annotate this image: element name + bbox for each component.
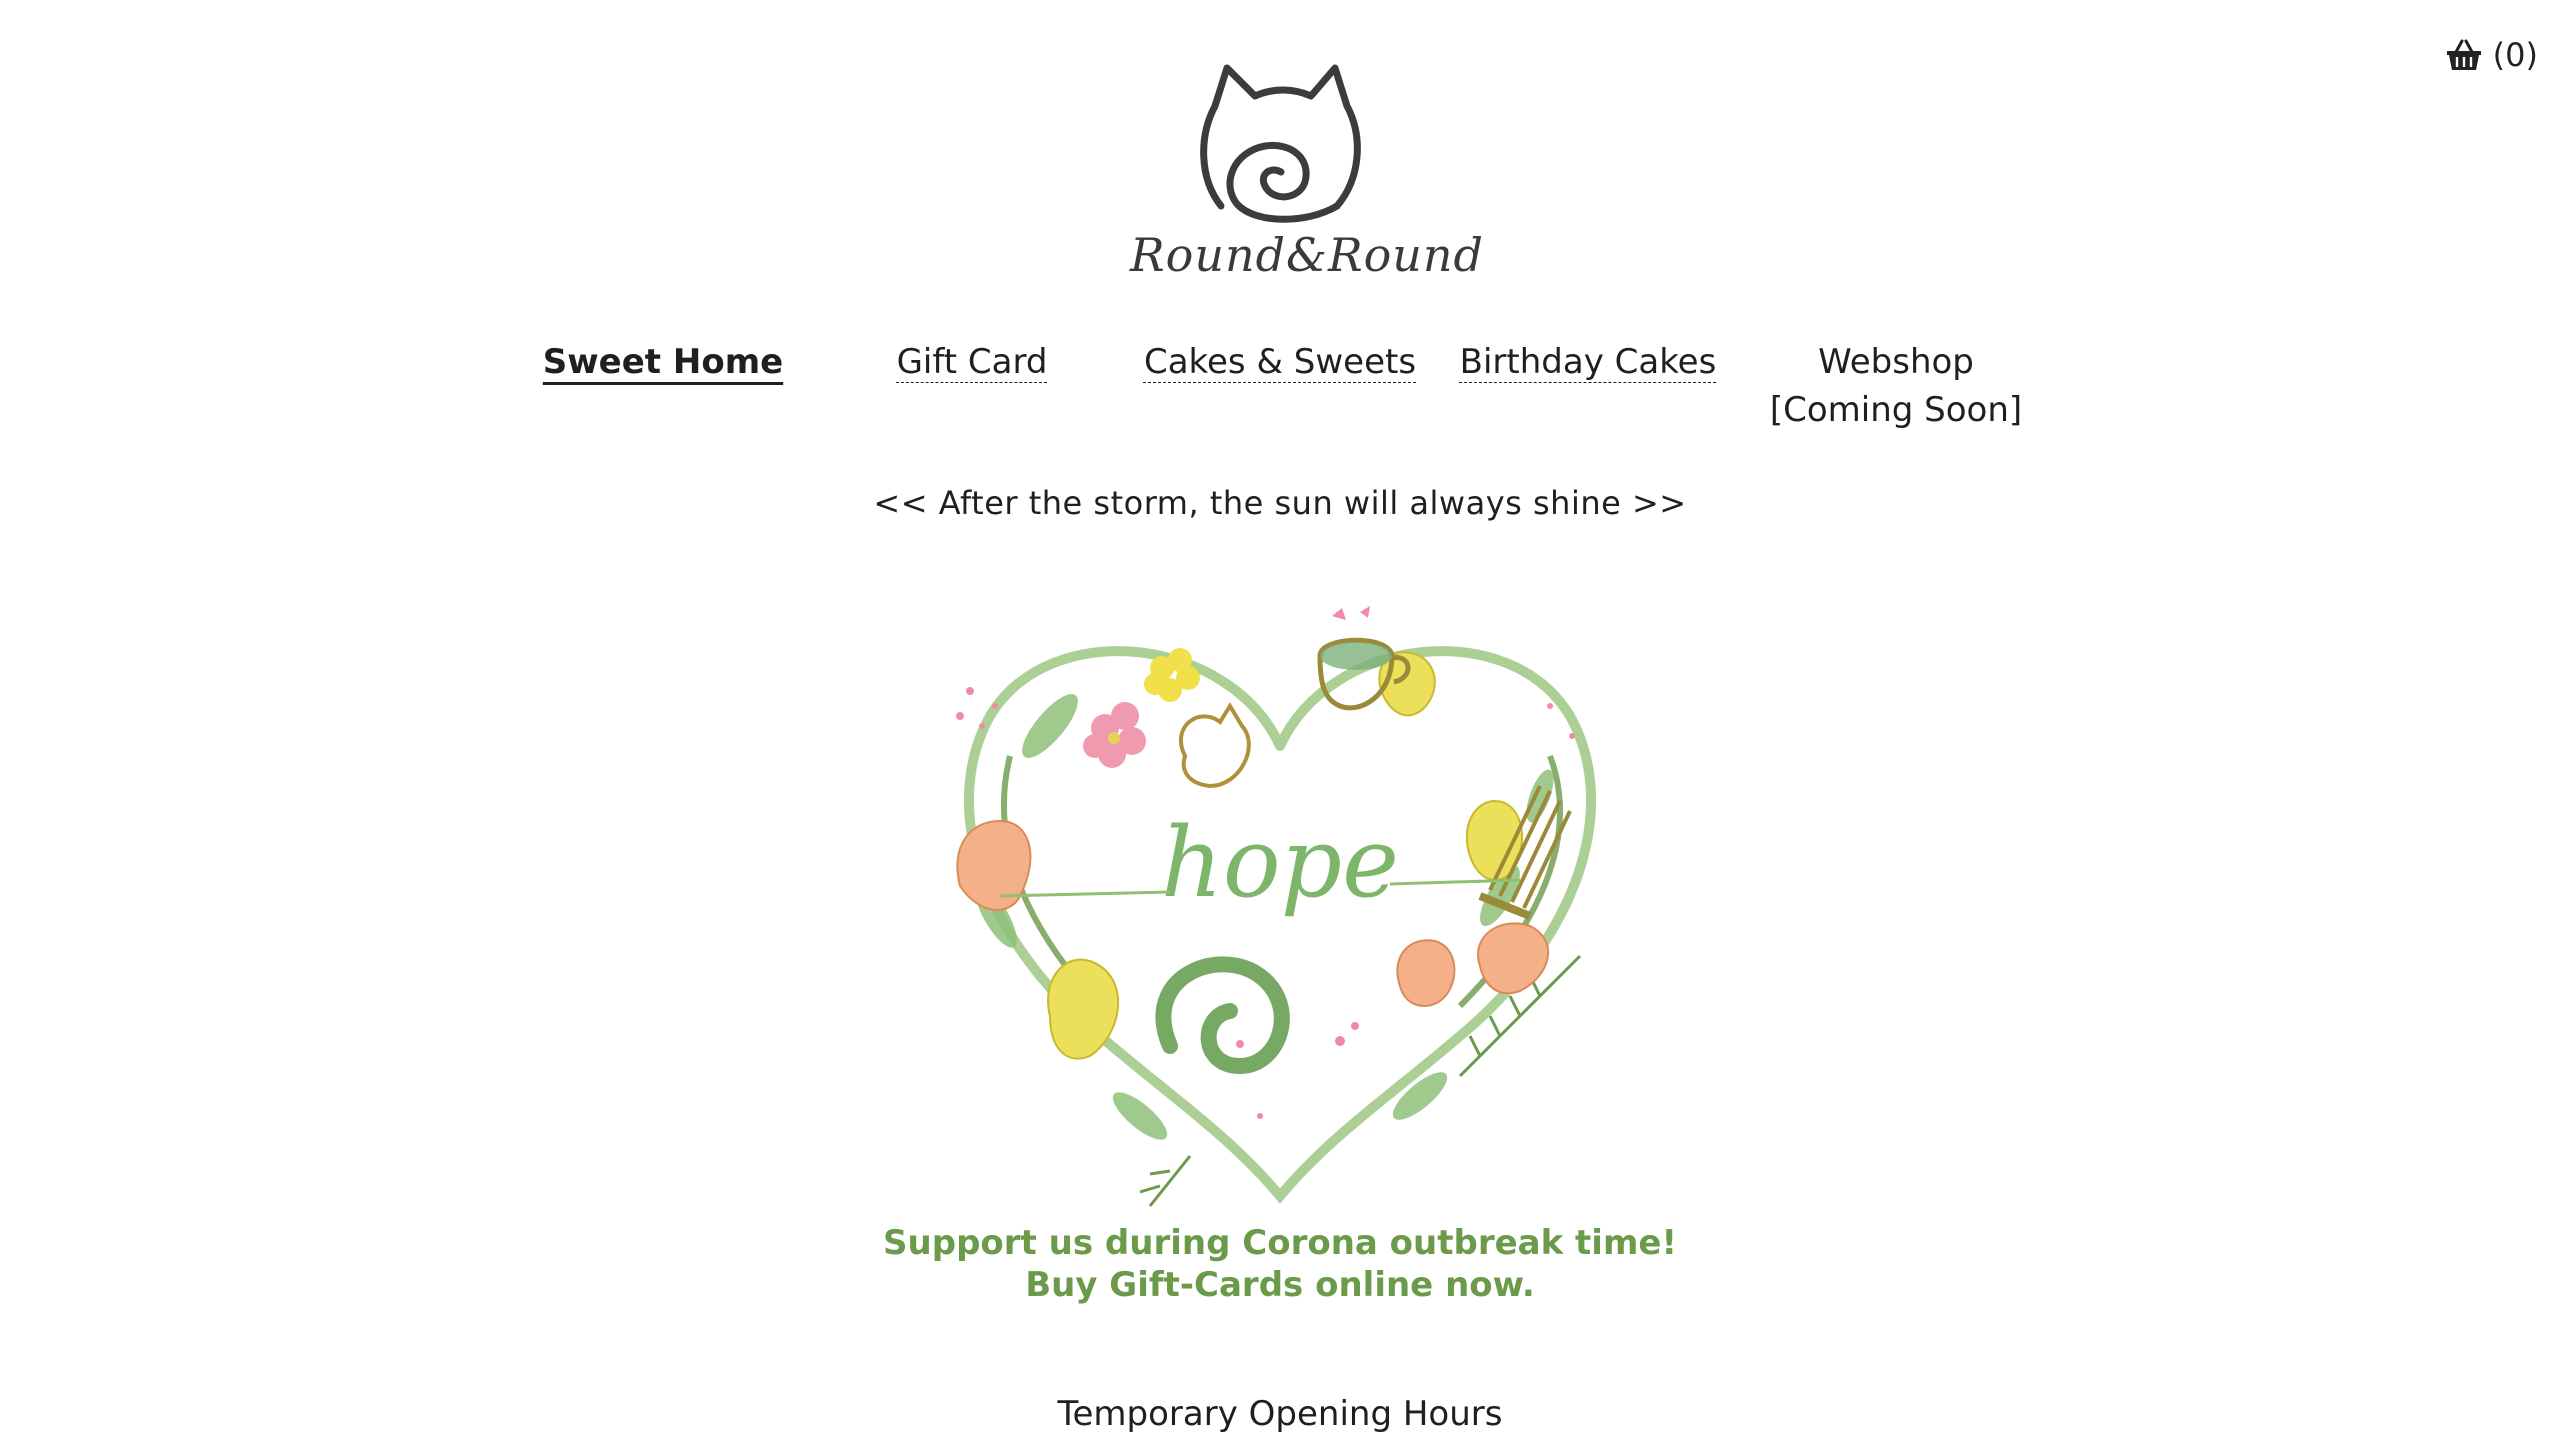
- nav-item-webshop[interactable]: Webshop [Coming Soon]: [1746, 338, 2046, 434]
- cart-button[interactable]: (0): [2445, 36, 2538, 74]
- hope-script: hope: [1161, 807, 1399, 919]
- promo-line-1: Support us during Corona outbreak time!: [883, 1223, 1677, 1263]
- tagline: << After the storm, the sun will always …: [873, 484, 1687, 522]
- nav-item-sweet-home[interactable]: Sweet Home: [513, 338, 813, 386]
- page: (0) Round&Round Sweet Home Gift Card Cak…: [0, 0, 2560, 1440]
- opening-hours-heading: Temporary Opening Hours: [1057, 1394, 1503, 1434]
- nav-label-line2: [Coming Soon]: [1769, 390, 2023, 430]
- nav-label-line1: Webshop: [1818, 342, 1974, 382]
- site-logo[interactable]: Round&Round: [1130, 56, 1485, 290]
- logo-wordmark: Round&Round: [1130, 228, 1485, 282]
- gift-card-promo[interactable]: Support us during Corona outbreak time! …: [0, 1222, 2560, 1306]
- hope-floral-heart-illustration[interactable]: hope: [900, 596, 1660, 1224]
- nav-item-cakes-sweets[interactable]: Cakes & Sweets: [1130, 338, 1430, 386]
- nav-label: Sweet Home: [542, 342, 784, 382]
- nav-label: Cakes & Sweets: [1143, 342, 1417, 382]
- nav-label: Birthday Cakes: [1459, 342, 1717, 382]
- promo-line-2: Buy Gift-Cards online now.: [1025, 1265, 1535, 1305]
- basket-icon: [2445, 38, 2483, 72]
- cat-logo-icon: [1130, 56, 1430, 226]
- nav-item-birthday-cakes[interactable]: Birthday Cakes: [1438, 338, 1738, 386]
- cart-count: (0): [2492, 36, 2538, 74]
- nav-label: Gift Card: [896, 342, 1048, 382]
- nav-item-gift-card[interactable]: Gift Card: [822, 338, 1122, 386]
